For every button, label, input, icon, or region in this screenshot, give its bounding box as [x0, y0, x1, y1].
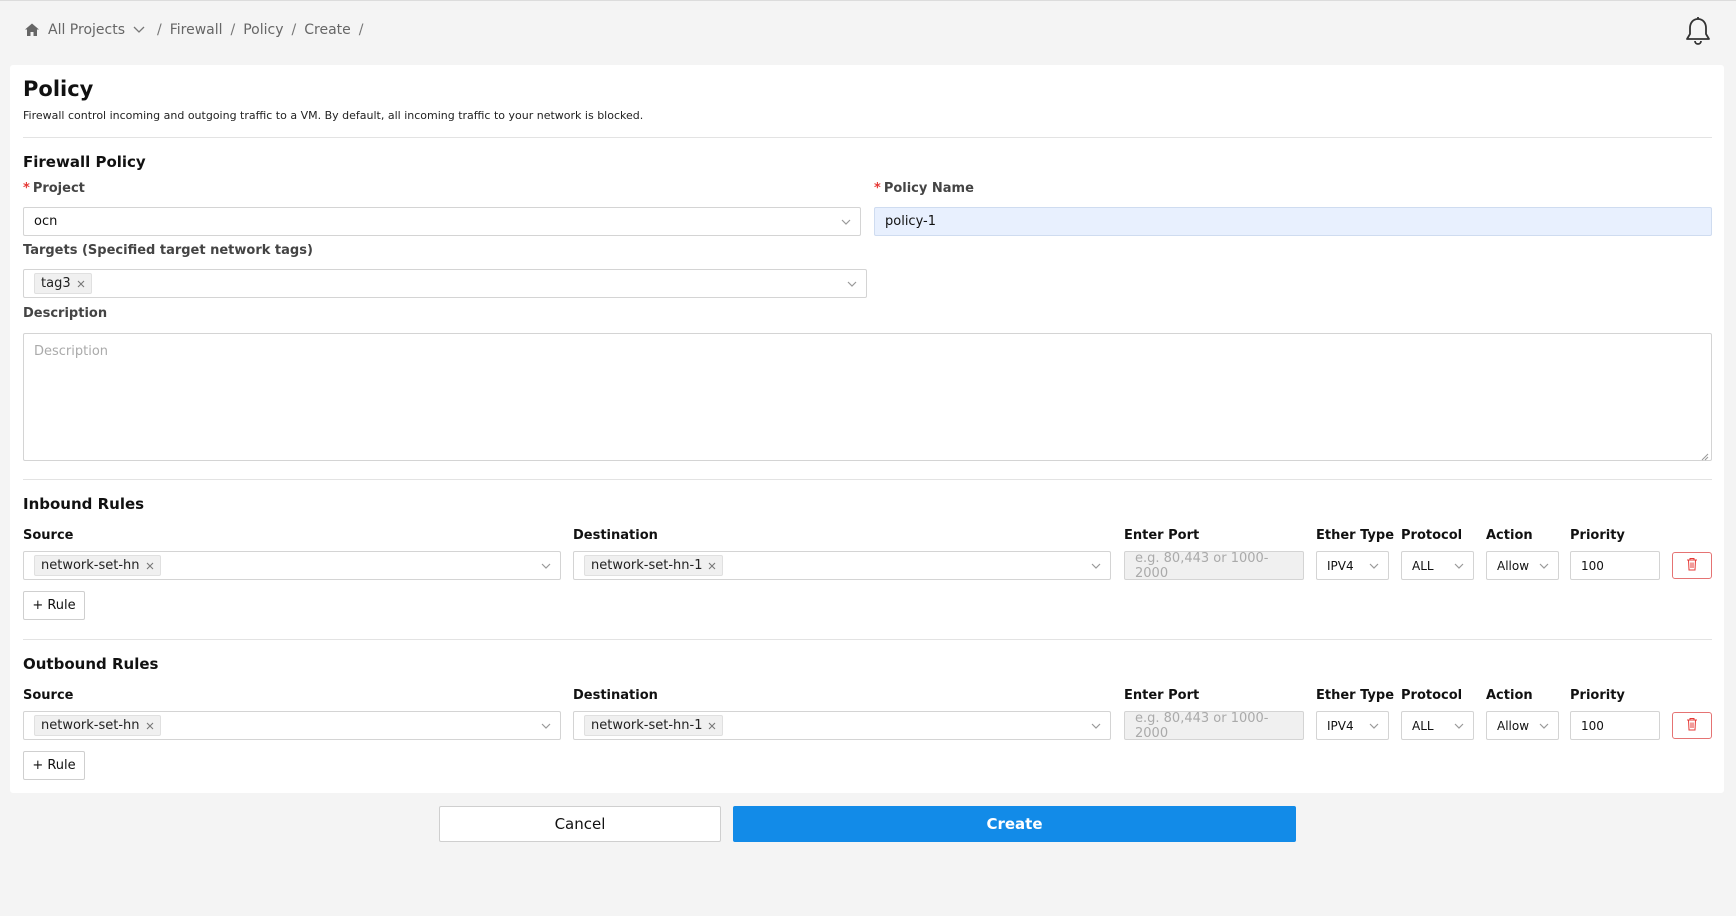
- project-select[interactable]: ocn: [23, 207, 861, 236]
- outbound-ether-type-label: Ether Type: [1316, 688, 1395, 703]
- inbound-add-rule-button[interactable]: + Rule: [23, 591, 85, 620]
- close-icon[interactable]: [708, 722, 716, 730]
- chevron-down-icon: [1090, 560, 1102, 572]
- breadcrumb-policy[interactable]: Policy: [243, 22, 283, 38]
- outbound-ether-type-select[interactable]: IPV4: [1316, 711, 1389, 740]
- breadcrumb-firewall[interactable]: Firewall: [170, 22, 223, 38]
- inbound-rules-title: Inbound Rules: [23, 495, 145, 513]
- chevron-down-icon: [846, 278, 858, 290]
- breadcrumb-all-projects[interactable]: All Projects: [48, 22, 125, 38]
- description-placeholder: Description: [34, 344, 109, 359]
- inbound-protocol-label: Protocol: [1401, 528, 1463, 543]
- port-placeholder: e.g. 80,443 or 1000-2000: [1135, 710, 1269, 741]
- outbound-port-input[interactable]: e.g. 80,443 or 1000-2000: [1124, 710, 1304, 741]
- inbound-destination-select[interactable]: network-set-hn-1: [573, 551, 1111, 580]
- page-title: Policy: [23, 77, 94, 101]
- trash-icon: [1686, 556, 1698, 575]
- divider: [23, 137, 1712, 138]
- breadcrumb-create: Create: [304, 22, 351, 38]
- source-tag: network-set-hn: [34, 715, 161, 736]
- breadcrumb-separator: /: [230, 22, 236, 38]
- outbound-action-label: Action: [1486, 688, 1533, 703]
- outbound-add-rule-button[interactable]: + Rule: [23, 751, 85, 780]
- resize-handle-icon[interactable]: [1701, 450, 1709, 461]
- targets-select[interactable]: tag3: [23, 269, 867, 298]
- breadcrumb-separator: /: [157, 22, 162, 38]
- bell-icon[interactable]: [1684, 16, 1712, 46]
- breadcrumb-separator: /: [291, 22, 297, 38]
- divider: [23, 479, 1712, 480]
- chevron-down-icon: [540, 560, 552, 572]
- outbound-source-select[interactable]: network-set-hn: [23, 711, 561, 740]
- outbound-port-label: Enter Port: [1124, 688, 1200, 703]
- destination-tag: network-set-hn-1: [584, 555, 724, 576]
- inbound-ether-type-select[interactable]: IPV4: [1316, 551, 1389, 580]
- divider: [23, 639, 1712, 640]
- chevron-down-icon: [1368, 720, 1380, 732]
- port-placeholder: e.g. 80,443 or 1000-2000: [1135, 550, 1269, 581]
- home-icon[interactable]: [24, 22, 40, 38]
- chevron-down-icon: [1090, 720, 1102, 732]
- inbound-priority-label: Priority: [1570, 528, 1625, 543]
- chevron-down-icon[interactable]: [133, 26, 145, 34]
- breadcrumb-separator: /: [358, 22, 364, 38]
- close-icon[interactable]: [146, 562, 154, 570]
- project-label: * Project: [23, 181, 85, 196]
- inbound-action-label: Action: [1486, 528, 1533, 543]
- top-border: [0, 0, 1736, 1]
- policy-name-label: * Policy Name: [874, 181, 974, 196]
- outbound-source-label: Source: [23, 688, 74, 703]
- inbound-source-select[interactable]: network-set-hn: [23, 551, 561, 580]
- policy-name-input[interactable]: policy-1: [874, 207, 1712, 236]
- cancel-button[interactable]: Cancel: [439, 806, 721, 842]
- inbound-destination-label: Destination: [573, 528, 658, 543]
- inbound-priority-input[interactable]: 100: [1570, 551, 1660, 580]
- close-icon[interactable]: [77, 280, 85, 288]
- inbound-action-select[interactable]: Allow: [1486, 551, 1559, 580]
- chevron-down-icon: [1368, 560, 1380, 572]
- destination-tag: network-set-hn-1: [584, 715, 724, 736]
- breadcrumb: All Projects / Firewall / Policy / Creat…: [24, 19, 371, 41]
- outbound-priority-input[interactable]: 100: [1570, 711, 1660, 740]
- inbound-delete-rule-button[interactable]: [1672, 552, 1712, 579]
- outbound-destination-label: Destination: [573, 688, 658, 703]
- create-button[interactable]: Create: [733, 806, 1296, 842]
- close-icon[interactable]: [708, 562, 716, 570]
- firewall-policy-title: Firewall Policy: [23, 153, 146, 171]
- description-label: Description: [23, 306, 108, 321]
- outbound-delete-rule-button[interactable]: [1672, 712, 1712, 739]
- outbound-protocol-select[interactable]: ALL: [1401, 711, 1474, 740]
- inbound-protocol-select[interactable]: ALL: [1401, 551, 1474, 580]
- inbound-source-label: Source: [23, 528, 74, 543]
- outbound-priority-label: Priority: [1570, 688, 1625, 703]
- chevron-down-icon: [1538, 560, 1550, 572]
- policy-name-value: policy-1: [885, 214, 937, 229]
- inbound-port-label: Enter Port: [1124, 528, 1200, 543]
- inbound-ether-type-label: Ether Type: [1316, 528, 1395, 543]
- outbound-protocol-label: Protocol: [1401, 688, 1463, 703]
- outbound-action-select[interactable]: Allow: [1486, 711, 1559, 740]
- project-value: ocn: [34, 214, 58, 229]
- chevron-down-icon: [540, 720, 552, 732]
- description-textarea[interactable]: Description: [23, 333, 1712, 461]
- source-tag: network-set-hn: [34, 555, 161, 576]
- page-description: Firewall control incoming and outgoing t…: [23, 109, 644, 122]
- chevron-down-icon: [1453, 720, 1465, 732]
- required-asterisk: *: [23, 181, 30, 196]
- chevron-down-icon: [1453, 560, 1465, 572]
- chevron-down-icon: [840, 216, 852, 228]
- outbound-destination-select[interactable]: network-set-hn-1: [573, 711, 1111, 740]
- inbound-port-input[interactable]: e.g. 80,443 or 1000-2000: [1124, 550, 1304, 581]
- target-tag: tag3: [34, 273, 92, 294]
- targets-label: Targets (Specified target network tags): [23, 243, 313, 258]
- outbound-rules-title: Outbound Rules: [23, 655, 159, 673]
- required-asterisk: *: [874, 181, 881, 196]
- chevron-down-icon: [1538, 720, 1550, 732]
- policy-form-card: Policy Firewall control incoming and out…: [10, 65, 1724, 793]
- close-icon[interactable]: [146, 722, 154, 730]
- trash-icon: [1686, 716, 1698, 735]
